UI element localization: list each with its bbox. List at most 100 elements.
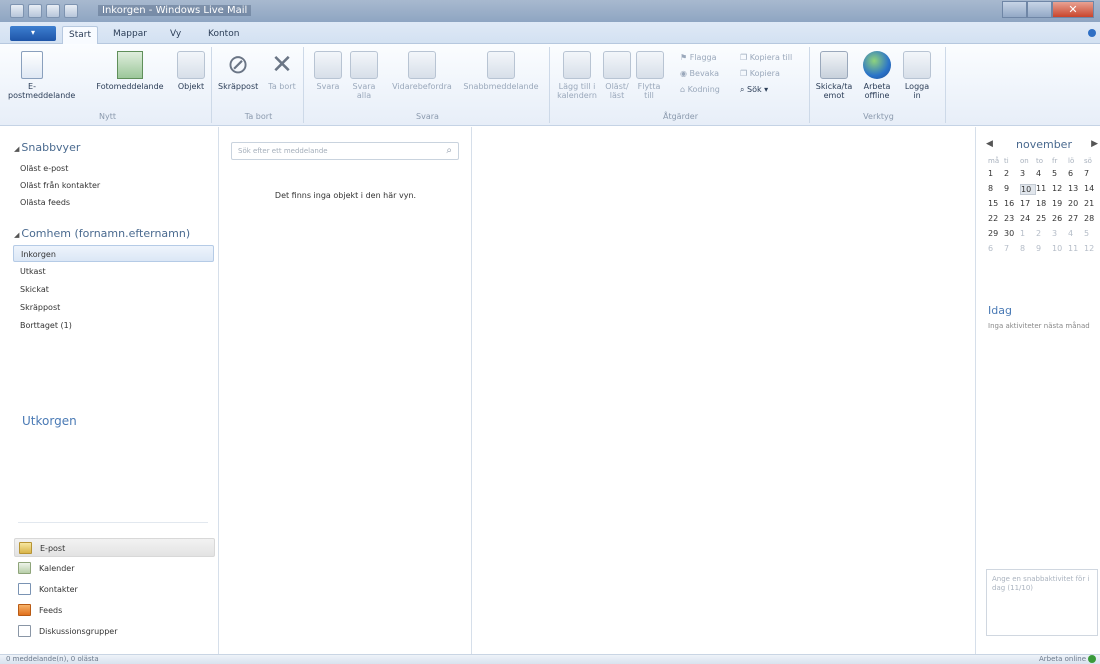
junk-button[interactable]: ⊘ Skräppost <box>218 51 258 91</box>
calendar-day[interactable]: 11 <box>1036 184 1052 195</box>
forward-button[interactable]: Vidarebefordra <box>390 51 454 91</box>
calendar-day[interactable]: 17 <box>1020 199 1036 208</box>
app-menu-button[interactable]: ▾ <box>10 26 56 41</box>
calendar-day[interactable]: 24 <box>1020 214 1036 223</box>
close-button[interactable]: ✕ <box>1052 1 1094 18</box>
calendar-day-next-month[interactable]: 4 <box>1068 229 1084 238</box>
calendar-day-next-month[interactable]: 12 <box>1084 244 1100 253</box>
calendar-day-next-month[interactable]: 9 <box>1036 244 1052 253</box>
calendar-day[interactable]: 3 <box>1020 169 1036 178</box>
calendar-day[interactable]: 14 <box>1084 184 1100 195</box>
folder-skrappost[interactable]: Skräppost <box>20 303 60 312</box>
account-header[interactable]: ◢ Comhem (fornamn.efternamn) <box>14 227 190 240</box>
today-header[interactable]: Idag <box>988 304 1012 317</box>
folder-utkast[interactable]: Utkast <box>20 267 46 276</box>
nav-contacts[interactable]: Kontakter <box>14 580 215 599</box>
tab-konton[interactable]: Konton <box>202 26 245 44</box>
calendar-day[interactable]: 15 <box>988 199 1004 208</box>
watch-button[interactable]: ◉ Bevaka <box>680 69 719 78</box>
move-to-button[interactable]: Flytta till <box>636 51 664 100</box>
unread-read-button[interactable]: Oläst/ läst <box>602 51 632 100</box>
prev-month-icon[interactable]: ◀ <box>986 139 993 149</box>
calendar-day[interactable]: 18 <box>1036 199 1052 208</box>
tab-start[interactable]: Start <box>62 26 98 44</box>
calendar-day[interactable]: 19 <box>1052 199 1068 208</box>
quick-view-unread-mail[interactable]: Oläst e-post <box>20 164 68 173</box>
calendar-day[interactable]: 26 <box>1052 214 1068 223</box>
send-receive-quick-icon[interactable] <box>64 4 78 18</box>
new-items-button[interactable]: Objekt <box>174 51 208 91</box>
calendar-day[interactable]: 28 <box>1084 214 1100 223</box>
encoding-button[interactable]: ⌂ Kodning <box>680 85 720 94</box>
calendar-day-next-month[interactable]: 6 <box>988 244 1004 253</box>
calendar-day[interactable]: 20 <box>1068 199 1084 208</box>
reply-button[interactable]: Svara <box>312 51 344 91</box>
new-mail-quick-icon[interactable] <box>28 4 42 18</box>
calendar-day[interactable]: 4 <box>1036 169 1052 178</box>
calendar-day-today[interactable]: 10 <box>1020 184 1036 195</box>
calendar-day[interactable]: 21 <box>1084 199 1100 208</box>
calendar-day[interactable]: 27 <box>1068 214 1084 223</box>
quick-view-unread-contacts[interactable]: Oläst från kontakter <box>20 181 100 190</box>
copy-to-button[interactable]: ❐ Kopiera till <box>740 53 792 62</box>
folder-skickat[interactable]: Skickat <box>20 285 49 294</box>
calendar-day[interactable]: 6 <box>1068 169 1084 178</box>
calendar-day[interactable]: 8 <box>988 184 1004 195</box>
nav-newsgroups[interactable]: Diskussionsgrupper <box>14 622 215 641</box>
calendar-day[interactable]: 23 <box>1004 214 1020 223</box>
folder-borttaget[interactable]: Borttaget (1) <box>20 321 72 330</box>
quick-views-header[interactable]: ◢ Snabbvyer <box>14 141 80 154</box>
empty-list-message: Det finns inga objekt i den här vyn. <box>274 191 417 200</box>
nav-feeds[interactable]: Feeds <box>14 601 215 620</box>
help-icon[interactable] <box>1088 29 1096 37</box>
find-button[interactable]: ⌕ Sök ▾ <box>740 85 768 95</box>
new-photo-message-button[interactable]: Fotomeddelande <box>94 51 166 91</box>
sign-in-button[interactable]: Logga in <box>902 51 932 100</box>
copy-button[interactable]: ❐ Kopiera <box>740 69 780 78</box>
flag-button[interactable]: ⚑ Flagga <box>680 53 717 62</box>
calendar-day[interactable]: 1 <box>988 169 1004 178</box>
calendar-day-next-month[interactable]: 5 <box>1084 229 1100 238</box>
quick-event-input[interactable]: Ange en snabbaktivitet för i dag (11/10) <box>986 569 1098 636</box>
instant-message-button[interactable]: Snabbmeddelande <box>458 51 544 91</box>
calendar-day[interactable]: 5 <box>1052 169 1068 178</box>
delete-button[interactable]: ✕ Ta bort <box>264 51 300 91</box>
app-icon[interactable] <box>10 4 24 18</box>
search-icon[interactable]: ⌕ <box>446 145 452 156</box>
search-input[interactable]: Sök efter ett meddelande ⌕ <box>231 142 459 160</box>
next-month-icon[interactable]: ▶ <box>1091 139 1098 149</box>
quick-view-unread-feeds[interactable]: Olästa feeds <box>20 198 70 207</box>
send-receive-button[interactable]: Skicka/ta emot <box>814 51 854 100</box>
work-offline-button[interactable]: Arbeta offline <box>858 51 896 100</box>
folder-utkorgen[interactable]: Utkorgen <box>22 414 77 428</box>
calendar-day[interactable]: 13 <box>1068 184 1084 195</box>
calendar-day-next-month[interactable]: 7 <box>1004 244 1020 253</box>
nav-email[interactable]: E-post <box>14 538 215 557</box>
tab-mappar[interactable]: Mappar <box>107 26 153 44</box>
calendar-day[interactable]: 2 <box>1004 169 1020 178</box>
reply-quick-icon[interactable] <box>46 4 60 18</box>
calendar-day[interactable]: 7 <box>1084 169 1100 178</box>
calendar-day[interactable]: 16 <box>1004 199 1020 208</box>
calendar-day-next-month[interactable]: 10 <box>1052 244 1068 253</box>
calendar-day[interactable]: 12 <box>1052 184 1068 195</box>
minimize-button[interactable] <box>1002 1 1027 18</box>
calendar-day-next-month[interactable]: 1 <box>1020 229 1036 238</box>
calendar-day-next-month[interactable]: 3 <box>1052 229 1068 238</box>
calendar-day[interactable]: 9 <box>1004 184 1020 195</box>
calendar-day-next-month[interactable]: 11 <box>1068 244 1084 253</box>
work-online-status[interactable]: Arbeta online <box>1039 655 1096 663</box>
new-email-button[interactable]: E-postmeddelande <box>8 51 75 100</box>
reply-all-button[interactable]: Svara alla <box>348 51 380 100</box>
maximize-button[interactable] <box>1027 1 1052 18</box>
calendar-day[interactable]: 29 <box>988 229 1004 238</box>
calendar-day[interactable]: 22 <box>988 214 1004 223</box>
calendar-day-next-month[interactable]: 8 <box>1020 244 1036 253</box>
nav-calendar[interactable]: Kalender <box>14 559 215 578</box>
add-to-calendar-button[interactable]: Lägg till i kalendern <box>556 51 598 100</box>
tab-vy[interactable]: Vy <box>164 26 187 44</box>
calendar-day-next-month[interactable]: 2 <box>1036 229 1052 238</box>
calendar-day[interactable]: 25 <box>1036 214 1052 223</box>
folder-inkorgen[interactable]: Inkorgen <box>13 245 214 262</box>
calendar-day[interactable]: 30 <box>1004 229 1020 238</box>
